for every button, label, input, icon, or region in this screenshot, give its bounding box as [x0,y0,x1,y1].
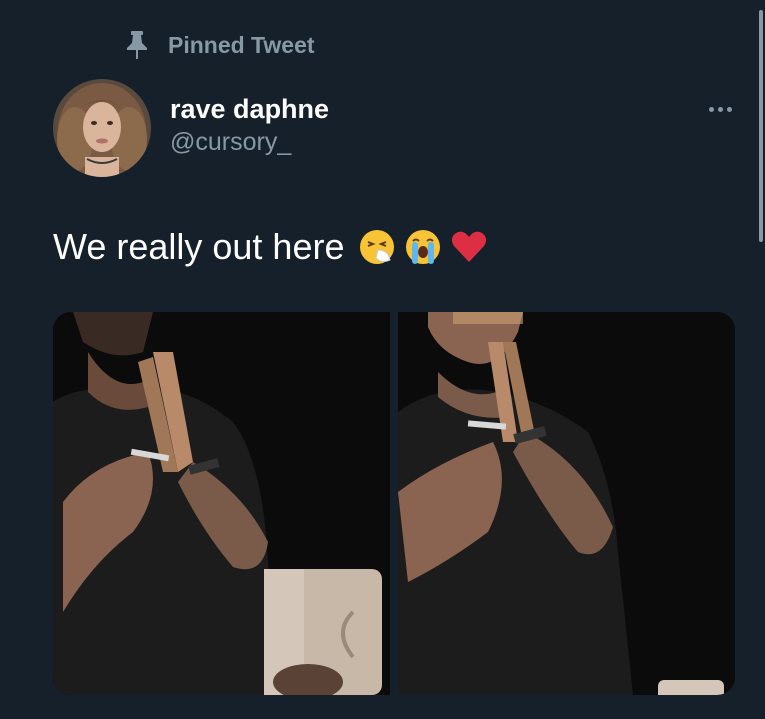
sneezing-face-icon [360,230,395,264]
scrollbar[interactable] [759,10,763,242]
loudly-crying-face-icon [406,230,441,264]
tweet-page: Pinned Tweet rave daphne @cursory_ We re… [0,0,765,719]
more-options-icon[interactable] [700,96,740,122]
praying-hands-photo-left [53,312,390,695]
avatar[interactable] [53,79,151,177]
pinned-indicator: Pinned Tweet [120,28,315,62]
pin-icon [120,28,154,62]
user-handle[interactable]: @cursory_ [170,126,329,158]
media-photo-left[interactable] [53,312,390,695]
tweet-media[interactable] [53,312,735,695]
pinned-label: Pinned Tweet [168,31,315,58]
author-info[interactable]: rave daphne @cursory_ [170,92,329,158]
tweet-text-row: We really out here [53,222,488,272]
praying-hands-photo-right [398,312,735,695]
tweet-text: We really out here [53,226,345,267]
red-heart-icon [452,231,487,262]
media-photo-right[interactable] [398,312,735,695]
display-name[interactable]: rave daphne [170,92,329,126]
